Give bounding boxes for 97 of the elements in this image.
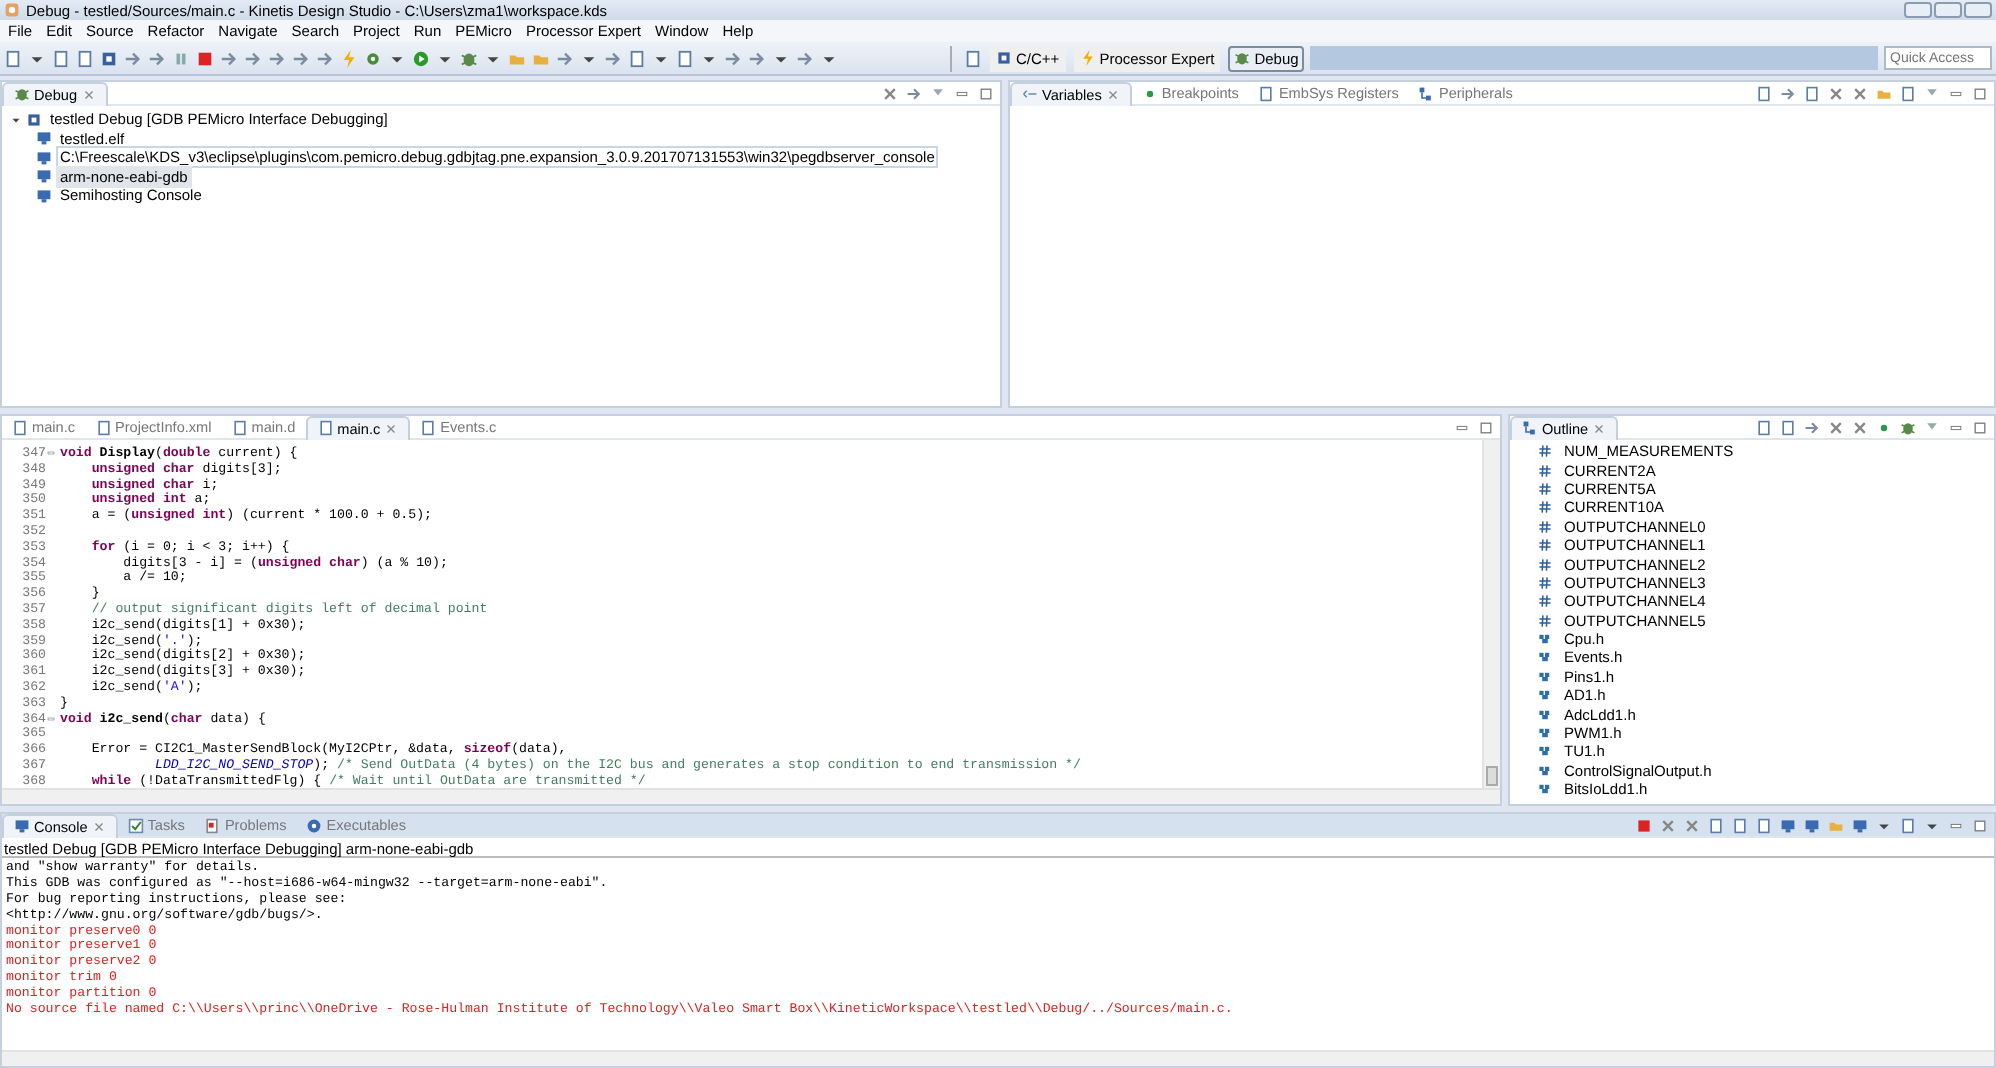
close-icon[interactable] [384,421,399,435]
hash-icon [1538,444,1552,459]
remove-icon[interactable] [1828,85,1844,101]
include-icon [1538,763,1552,778]
chip-icon [26,111,42,128]
console-icon [14,818,30,834]
remove-icon[interactable] [1828,419,1844,435]
remove-icon[interactable] [882,85,898,101]
close-button[interactable] [1964,2,1992,18]
bug-icon [14,86,30,102]
include-icon [1538,688,1552,703]
arrow-icon[interactable] [604,49,622,67]
arrow-icon[interactable] [556,49,574,67]
maximize-icon[interactable] [1972,85,1988,101]
include-icon [1538,782,1552,797]
hash-icon [1538,519,1552,534]
chip-icon [996,50,1012,66]
document-icon[interactable] [1804,85,1820,101]
document-icon[interactable] [1900,85,1916,101]
restore-button[interactable] [1934,2,1962,18]
maximize-icon[interactable] [1478,419,1494,435]
hash-icon [1538,613,1552,628]
view-menu-icon[interactable] [930,85,946,101]
hash-icon [1538,538,1552,553]
remove-icon[interactable] [1660,817,1676,833]
bug-icon[interactable] [460,49,478,67]
arrow-icon[interactable] [1780,85,1796,101]
include-icon [1538,707,1552,722]
arrow-icon[interactable] [906,85,922,101]
close-icon[interactable] [81,87,96,101]
scrollbar[interactable] [1482,440,1500,788]
arrow-icon[interactable] [220,49,238,67]
arrow-icon[interactable] [796,49,814,67]
include-icon [1538,650,1552,665]
lightning-icon [1079,50,1096,66]
remove-icon[interactable] [1852,85,1868,101]
dot-icon[interactable] [1876,419,1892,435]
document-icon[interactable] [1900,817,1916,833]
monitor-icon[interactable] [1852,817,1868,833]
maximize-icon[interactable] [1972,419,1988,435]
arrow-icon[interactable] [268,49,286,67]
include-icon [1538,726,1552,741]
view-menu-icon[interactable] [1924,85,1940,101]
view-menu-icon[interactable] [1924,419,1940,435]
document-icon[interactable] [1756,85,1772,101]
breakpoint-icon [1141,85,1158,101]
arrow-icon[interactable] [292,49,310,67]
play-icon[interactable] [412,49,430,67]
chip-icon[interactable] [100,49,118,67]
arrow-icon[interactable] [244,49,262,67]
remove-icon[interactable] [1684,817,1700,833]
include-icon [1538,669,1552,684]
close-icon[interactable] [91,819,106,833]
hash-icon [1538,463,1552,478]
minimize-button[interactable] [1904,2,1932,18]
document-icon[interactable] [676,49,694,67]
hash-icon [1538,481,1552,496]
tasks-icon [127,817,144,833]
include-icon [1538,632,1552,647]
remove-icon[interactable] [1852,419,1868,435]
maximize-icon[interactable] [978,85,994,101]
close-icon[interactable] [1592,421,1607,435]
scrollbar[interactable] [2,1050,1994,1066]
include-icon [1538,744,1552,759]
open-perspective-icon[interactable] [964,49,982,67]
arrow-icon[interactable] [316,49,334,67]
arrow-icon[interactable] [148,49,166,67]
document-icon[interactable] [4,49,22,67]
scrollbar[interactable] [2,788,1500,804]
arrow-icon[interactable] [1804,419,1820,435]
stop-icon[interactable] [1636,817,1652,833]
monitor-icon[interactable] [1804,817,1820,833]
arrow-icon[interactable] [124,49,142,67]
variables-icon [1022,86,1038,102]
hash-icon [1538,575,1552,590]
peripherals-icon [1418,85,1435,101]
hash-icon [1538,500,1552,515]
problems-icon [204,817,221,833]
arrow-icon[interactable] [724,49,742,67]
executables-icon [306,817,323,833]
monitor-icon[interactable] [1780,817,1796,833]
folder-icon[interactable] [1876,85,1892,101]
hash-icon [1538,557,1552,572]
gear-icon[interactable] [364,49,382,67]
close-icon[interactable] [1105,87,1120,101]
document-icon[interactable] [628,49,646,67]
hash-icon [1538,594,1552,609]
stop-icon[interactable] [196,49,214,67]
file-icon [317,420,334,436]
bug-icon [1234,50,1251,66]
pause-icon[interactable] [172,49,190,67]
expanded-icon[interactable] [10,113,22,126]
app-icon [4,2,20,18]
outline-icon [1522,420,1538,436]
maximize-icon[interactable] [1972,817,1988,833]
bug-icon[interactable] [1900,419,1916,435]
arrow-icon[interactable] [748,49,766,67]
